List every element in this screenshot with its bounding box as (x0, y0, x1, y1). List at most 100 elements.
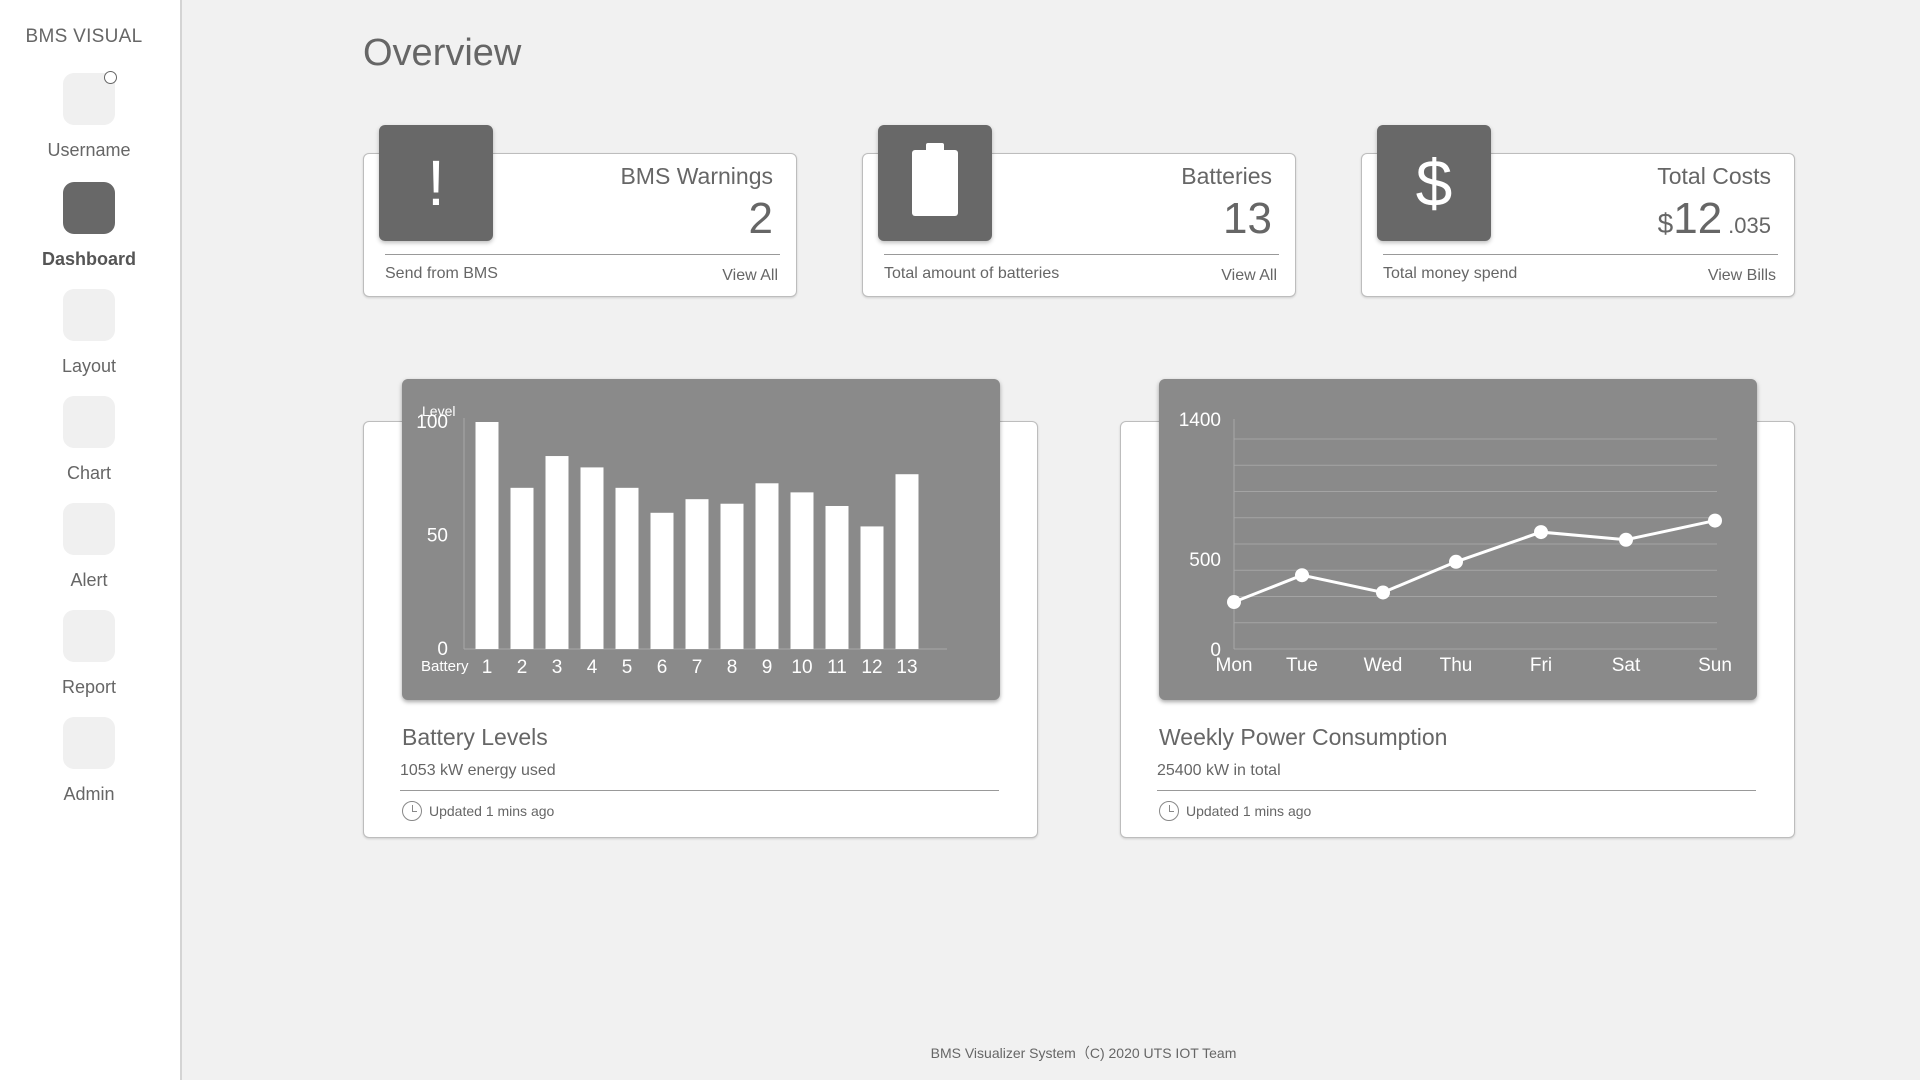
line-chart-svg: 05001400Mon Tue Wed Thu Fri Sat Sun (1179, 410, 1732, 676)
x-tick-label: 12 (861, 657, 882, 678)
bar-chart-svg: LevelBattery0501001 2 3 4 5 6 7 8 9 10 11 12 13 (416, 403, 947, 678)
y-tick-label: 500 (1189, 550, 1221, 571)
data-point (1619, 532, 1633, 547)
data-point (1376, 585, 1390, 600)
x-axis-label: Battery (421, 658, 469, 675)
bar (895, 474, 919, 649)
bar (580, 467, 604, 649)
bar (615, 487, 639, 649)
chart-subtitle: 1053 kW energy used (400, 762, 556, 779)
x-tick-label: 3 (552, 657, 563, 678)
alert-icon (63, 503, 115, 555)
bar (825, 505, 849, 649)
user-avatar (63, 71, 117, 125)
x-tick-label: Sat (1612, 655, 1641, 676)
bar (650, 512, 674, 649)
x-tick-label: Sun (1698, 655, 1732, 676)
stat-value: 2 (748, 194, 773, 243)
x-tick-label: 5 (622, 657, 633, 678)
bar (685, 499, 709, 649)
admin-icon (63, 717, 115, 769)
clock-icon (1159, 801, 1179, 821)
brand-logo: BMS VISUAL (25, 26, 143, 47)
x-tick-label: Mon (1216, 655, 1253, 676)
layout-icon (63, 289, 115, 341)
y-tick-label: 1400 (1179, 410, 1221, 431)
divider (385, 254, 780, 255)
battery-levels-card: Level Battery 0 50 100 1 2 3 4 5 6 7 8 9 10 11 12 13 Batt… (363, 379, 1038, 838)
x-tick-label: 10 (791, 657, 812, 678)
x-tick-label: 8 (727, 657, 738, 678)
sidebar-item-alert[interactable]: Alert (0, 503, 178, 591)
view-all-batteries-link[interactable]: View All (1221, 267, 1277, 285)
sidebar-item-report[interactable]: Report (0, 610, 178, 698)
x-tick-label: 11 (827, 657, 847, 678)
sidebar: BMS VISUAL Username Dashboard Layout Cha… (0, 0, 182, 1080)
bar (860, 526, 884, 649)
batteries-card: Batteries 13 Total amount of batteries V… (862, 125, 1296, 297)
report-icon (63, 610, 115, 662)
weekly-power-chart: 0 500 1400 Mon Tue Wed Thu Fri Sat Sun (1159, 379, 1757, 700)
data-point (1708, 513, 1722, 528)
warnings-card: ! BMS Warnings 2 Send from BMS View All (363, 125, 797, 297)
bar (720, 503, 744, 649)
view-bills-link[interactable]: View Bills (1708, 267, 1776, 285)
sidebar-item-label: Report (61, 677, 117, 697)
costs-card: $ Total Costs $12.035 Total money spend … (1361, 125, 1795, 297)
battery-levels-chart: Level Battery 0 50 100 1 2 3 4 5 6 7 8 9 10 11 12 13 (402, 379, 1000, 700)
x-tick-label: 9 (762, 657, 773, 678)
data-point (1449, 554, 1463, 569)
dashboard-icon (63, 182, 115, 234)
x-tick-label: 2 (517, 657, 528, 678)
data-point (1534, 525, 1548, 540)
stat-subtitle: Total amount of batteries (884, 265, 1060, 282)
sidebar-item-chart[interactable]: Chart (0, 396, 178, 484)
cost-main: 12 (1673, 194, 1723, 243)
sidebar-item-label: Dashboard (41, 249, 137, 269)
dollar-icon: $ (1377, 125, 1491, 241)
x-tick-label: 1 (482, 657, 493, 678)
footer: BMS Visualizer System（C) 2020 UTS IOT Te… (930, 1045, 1237, 1061)
sidebar-item-layout[interactable]: Layout (0, 289, 178, 377)
updated-status: Updated 1 mins ago (1159, 801, 1311, 821)
sidebar-item-username[interactable]: Username (0, 71, 178, 161)
battery-icon (878, 125, 992, 241)
x-tick-label: 13 (896, 657, 917, 678)
stat-value: 13 (1223, 194, 1272, 243)
x-tick-label: Fri (1530, 655, 1552, 676)
chart-subtitle: 25400 kW in total (1157, 762, 1281, 779)
sidebar-item-admin[interactable]: Admin (0, 717, 178, 805)
bar (510, 487, 534, 649)
stat-subtitle: Total money spend (1383, 265, 1518, 282)
sidebar-item-dashboard[interactable]: Dashboard (0, 182, 178, 270)
updated-text: Updated 1 mins ago (1186, 803, 1312, 819)
series-line (1233, 519, 1716, 604)
y-tick-label: 50 (427, 526, 448, 547)
status-indicator-icon (104, 71, 117, 84)
divider (400, 790, 999, 791)
sidebar-item-label: Alert (70, 570, 108, 590)
currency-symbol: $ (1657, 208, 1674, 239)
stat-subtitle: Send from BMS (385, 265, 498, 282)
view-all-warnings-link[interactable]: View All (722, 267, 778, 285)
stat-title: Total Costs (1657, 163, 1771, 189)
stat-value: $12.035 (1658, 194, 1771, 244)
sidebar-item-label: Layout (61, 356, 117, 376)
sidebar-item-label: Chart (66, 463, 111, 483)
chart-icon (63, 396, 115, 448)
updated-text: Updated 1 mins ago (429, 803, 555, 819)
chart-title: Battery Levels (402, 724, 548, 750)
data-point (1295, 568, 1309, 583)
bar (475, 422, 499, 649)
divider (1383, 254, 1778, 255)
updated-status: Updated 1 mins ago (402, 801, 554, 821)
data-point (1227, 595, 1241, 610)
bar (790, 492, 814, 649)
x-tick-label: 6 (657, 657, 668, 678)
weekly-power-card: 0 500 1400 Mon Tue Wed Thu Fri Sat Sun Weekly Pow… (1120, 379, 1795, 838)
bar (545, 456, 569, 649)
y-tick-label: 100 (416, 412, 448, 433)
clock-icon (402, 801, 422, 821)
chart-title: Weekly Power Consumption (1159, 724, 1448, 750)
divider (1157, 790, 1756, 791)
